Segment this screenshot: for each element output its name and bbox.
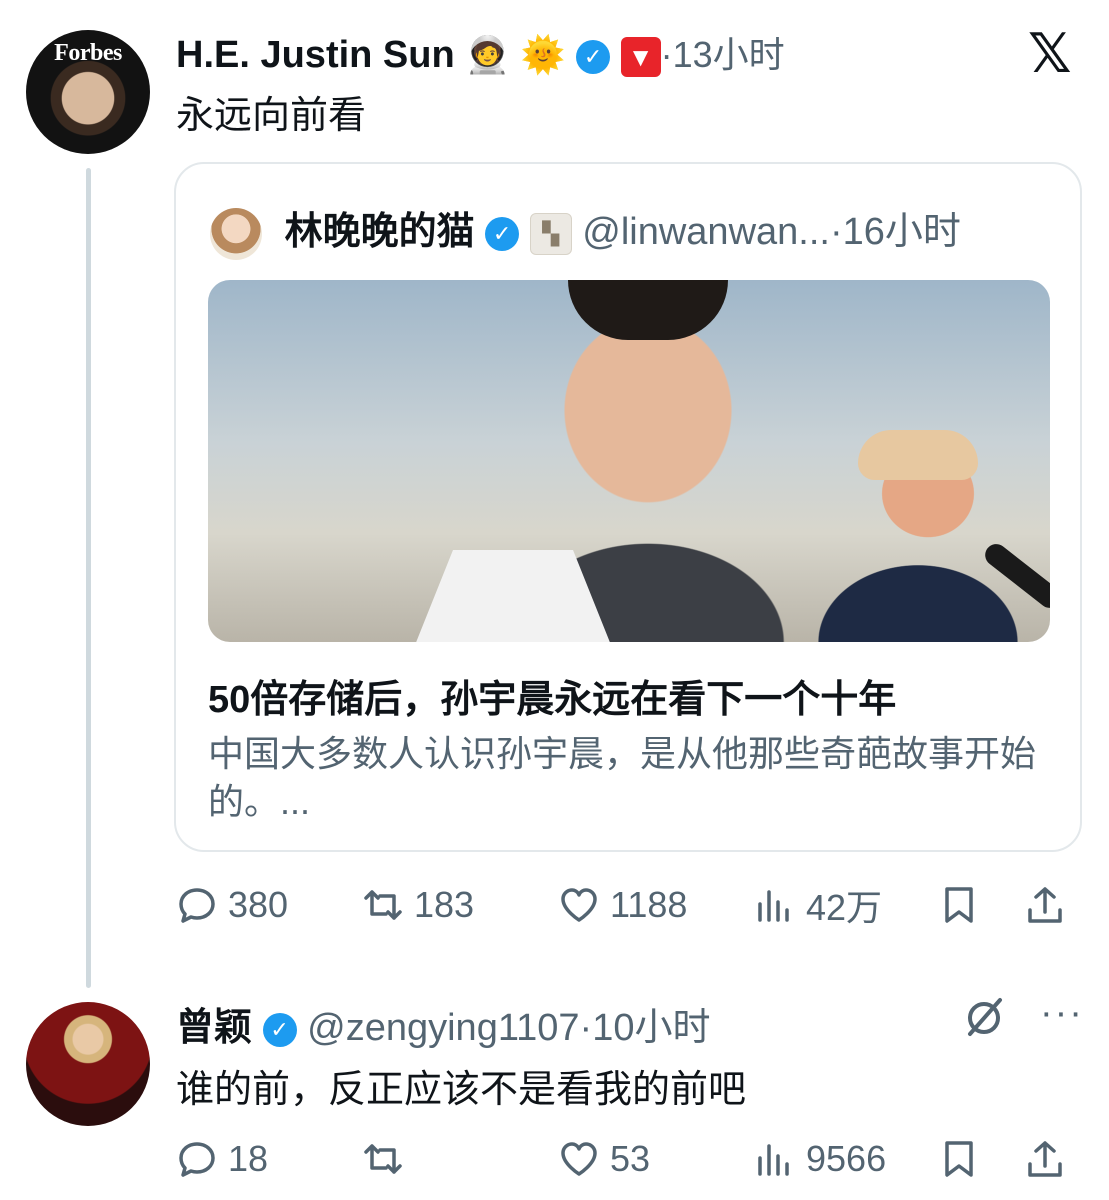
views-count: 42万	[806, 887, 883, 928]
sun-emoji: 🌞	[520, 34, 566, 75]
views-chart-icon	[758, 1144, 789, 1176]
reply-retweet-button[interactable]	[362, 1138, 558, 1180]
heart-icon	[561, 1142, 597, 1176]
reply-share-button[interactable]	[1024, 1138, 1066, 1180]
avatar-forbes-text: Forbes	[54, 40, 122, 66]
quote-handle: @linwanwan...	[582, 211, 830, 253]
views-chart-icon	[758, 890, 789, 922]
like-button[interactable]: 1188	[558, 884, 754, 926]
reply-time[interactable]: ·10小时	[580, 1007, 711, 1049]
article-description: 中国大多数人认识孙宇晨，是从他那些奇葩故事开始的。...	[208, 733, 1037, 822]
article-title: 50倍存储后，孙宇晨永远在看下一个十年	[208, 679, 897, 721]
tweet-header: H.E. Justin Sun 🧑‍🚀 🌞 ✓ ▼ ·13小时	[176, 26, 785, 78]
tweet-action-bar: 380 183 1188 42万	[176, 880, 1082, 930]
reply-icon	[179, 1142, 215, 1177]
reply-count: 380	[228, 884, 289, 925]
reply-verified-icon[interactable]: ✓	[262, 1012, 297, 1047]
verified-badge-icon[interactable]: ✓	[576, 39, 611, 74]
quote-time: ·16小时	[829, 211, 961, 253]
reply-bookmark-button[interactable]	[938, 1138, 1024, 1180]
grok-icon[interactable]	[962, 994, 1008, 1050]
reply-reply-count: 18	[228, 1138, 269, 1179]
grok-slash-circle-icon	[968, 998, 1002, 1036]
reply-header: 曾颖 ✓ @zengying1107·10小时	[176, 996, 710, 1051]
reply-views-button[interactable]: 9566	[754, 1138, 938, 1180]
reply-button[interactable]: 380	[176, 884, 362, 926]
retweet-count: 183	[414, 884, 475, 925]
bookmark-icon	[945, 887, 973, 923]
reply-author-name[interactable]: 曾颖	[176, 1007, 252, 1049]
tweet-time[interactable]: ·13小时	[661, 34, 785, 75]
heart-icon	[561, 888, 597, 922]
quote-article-image[interactable]	[208, 280, 1050, 642]
share-icon	[1028, 887, 1062, 923]
like-count: 1188	[610, 884, 688, 925]
reply-like-count: 53	[610, 1138, 651, 1179]
photo-subject-background	[818, 430, 1018, 642]
x-logo-icon[interactable]: 𝕏	[1028, 22, 1072, 85]
author-name[interactable]: H.E. Justin Sun	[176, 34, 455, 76]
reply-text: 谁的前，反正应该不是看我的前吧	[176, 1069, 747, 1111]
reply-like-button[interactable]: 53	[558, 1138, 754, 1180]
reply-handle[interactable]: @zengying1107	[307, 1007, 579, 1049]
quote-verified-icon: ✓	[485, 216, 520, 251]
quote-avatar	[210, 207, 262, 260]
reply-author-avatar[interactable]	[26, 1002, 150, 1126]
thread-connector-line	[86, 168, 91, 988]
retweet-icon	[364, 1144, 402, 1174]
quote-header: 林晚晚的猫 ✓ ▚ @linwanwan...·16小时	[210, 200, 961, 260]
quote-author-name: 林晚晚的猫	[284, 211, 475, 253]
share-button[interactable]	[1024, 884, 1066, 926]
share-icon	[1028, 1141, 1062, 1177]
bookmark-button[interactable]	[938, 884, 1024, 926]
author-avatar[interactable]: Forbes	[26, 30, 150, 154]
reply-action-bar: 18 53 9566	[176, 1134, 1082, 1184]
more-options-icon[interactable]: ···	[1040, 992, 1084, 1035]
tron-affiliate-icon[interactable]: ▼	[620, 36, 661, 77]
quote-affiliate-icon: ▚	[529, 212, 572, 255]
bookmark-icon	[945, 1141, 973, 1177]
retweet-icon	[364, 890, 402, 920]
reply-icon	[179, 888, 215, 923]
reply-views-count: 9566	[806, 1138, 887, 1179]
views-button[interactable]: 42万	[754, 879, 938, 931]
reply-reply-button[interactable]: 18	[176, 1138, 362, 1180]
tweet-text: 永远向前看	[176, 95, 367, 137]
retweet-button[interactable]: 183	[362, 884, 558, 926]
astronaut-emoji: 🧑‍🚀	[465, 34, 511, 75]
